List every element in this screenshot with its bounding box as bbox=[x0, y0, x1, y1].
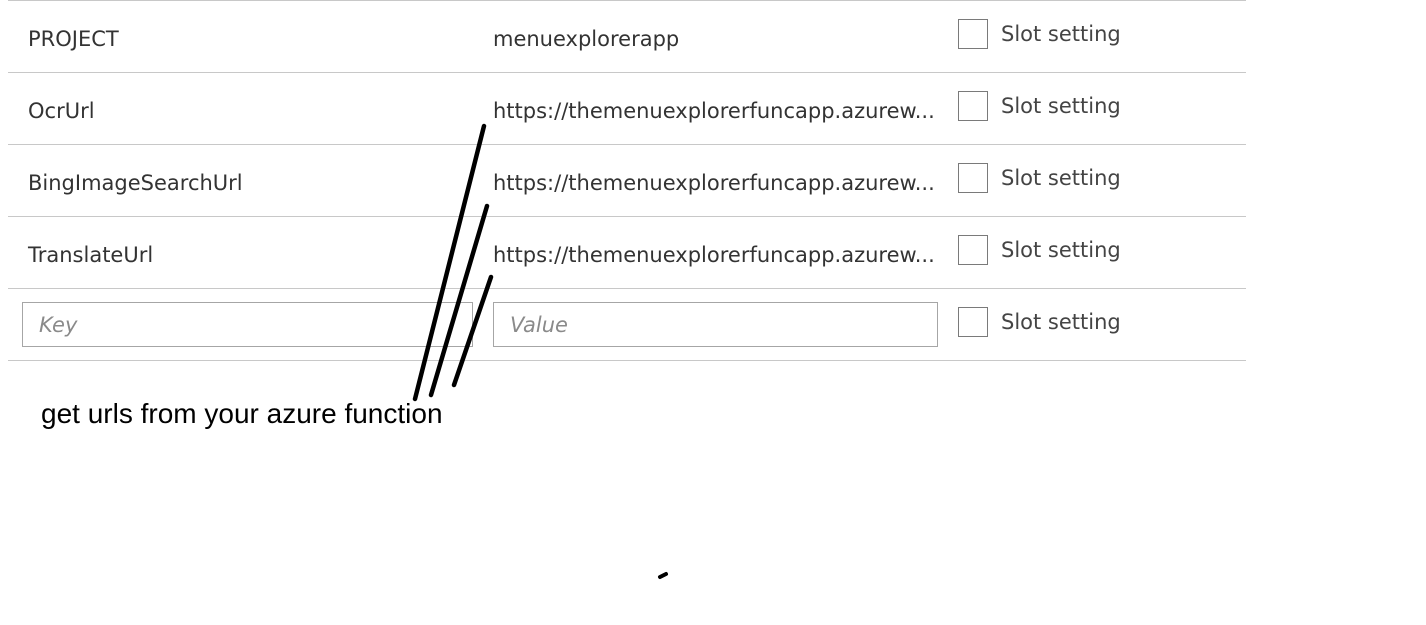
slot-setting-checkbox[interactable] bbox=[958, 91, 988, 121]
slot-setting-checkbox[interactable] bbox=[958, 235, 988, 265]
annotation-note: get urls from your azure function bbox=[41, 398, 443, 429]
setting-value[interactable]: https://themenuexplorerfuncapp.azurew... bbox=[493, 97, 938, 125]
slot-setting: Slot setting bbox=[958, 89, 1121, 123]
annotation-dot bbox=[658, 572, 668, 579]
new-key-input[interactable] bbox=[22, 302, 473, 347]
slot-setting-checkbox[interactable] bbox=[958, 163, 988, 193]
setting-value[interactable]: https://themenuexplorerfuncapp.azurew... bbox=[493, 241, 938, 269]
setting-row-bingimagesearchurl: BingImageSearchUrl https://themenuexplor… bbox=[8, 144, 1246, 216]
setting-row-ocrurl: OcrUrl https://themenuexplorerfuncapp.az… bbox=[8, 72, 1246, 144]
slot-setting-label: Slot setting bbox=[1001, 94, 1121, 118]
slot-setting-checkbox[interactable] bbox=[958, 19, 988, 49]
slot-setting-label: Slot setting bbox=[1001, 310, 1121, 334]
slot-setting-label: Slot setting bbox=[1001, 238, 1121, 262]
slot-setting-label: Slot setting bbox=[1001, 22, 1121, 46]
new-value-input[interactable] bbox=[493, 302, 938, 347]
slot-setting-checkbox[interactable] bbox=[958, 307, 988, 337]
slot-setting: Slot setting bbox=[958, 17, 1121, 51]
setting-value[interactable]: menuexplorerapp bbox=[493, 25, 938, 53]
slot-setting: Slot setting bbox=[958, 161, 1121, 195]
setting-key: PROJECT bbox=[28, 27, 119, 51]
setting-key: BingImageSearchUrl bbox=[28, 171, 243, 195]
app-settings-table: PROJECT menuexplorerapp Slot setting Ocr… bbox=[8, 0, 1246, 361]
slot-setting-label: Slot setting bbox=[1001, 166, 1121, 190]
setting-row-project: PROJECT menuexplorerapp Slot setting bbox=[8, 0, 1246, 72]
slot-setting: Slot setting bbox=[958, 233, 1121, 267]
setting-row-new: Slot setting bbox=[8, 288, 1246, 361]
setting-key: TranslateUrl bbox=[28, 243, 154, 267]
setting-value[interactable]: https://themenuexplorerfuncapp.azurew... bbox=[493, 169, 938, 197]
setting-row-translateurl: TranslateUrl https://themenuexplorerfunc… bbox=[8, 216, 1246, 288]
slot-setting: Slot setting bbox=[958, 305, 1121, 339]
setting-key: OcrUrl bbox=[28, 99, 95, 123]
